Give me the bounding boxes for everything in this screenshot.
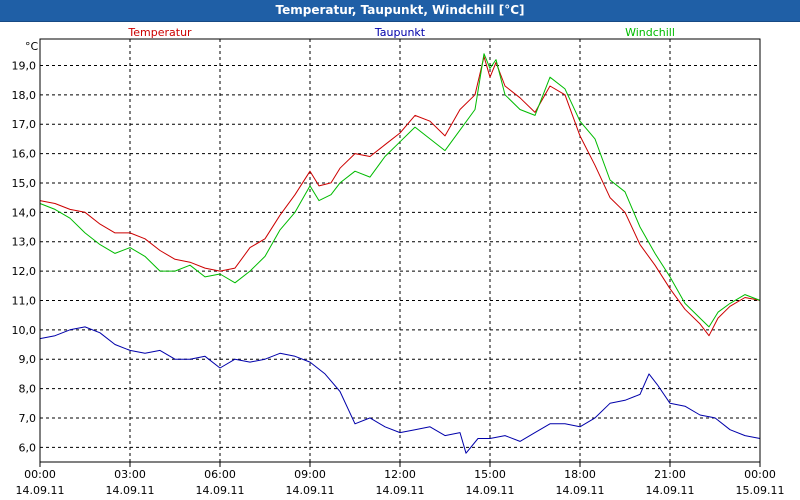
x-tick-time: 00:00 <box>744 468 776 481</box>
title-bar: Temperatur, Taupunkt, Windchill [°C] <box>0 0 800 22</box>
x-tick-time: 03:00 <box>114 468 146 481</box>
y-tick-label: 10,0 <box>12 324 37 337</box>
x-tick-date: 14.09.11 <box>376 484 425 497</box>
y-tick-label: 17,0 <box>12 118 37 131</box>
y-tick-label: 9,0 <box>19 353 37 366</box>
x-tick-date: 14.09.11 <box>646 484 695 497</box>
y-tick-label: 18,0 <box>12 89 37 102</box>
y-tick-label: 19,0 <box>12 59 37 72</box>
y-tick-label: 12,0 <box>12 265 37 278</box>
x-tick-time: 18:00 <box>564 468 596 481</box>
x-tick-date: 14.09.11 <box>286 484 335 497</box>
line-chart: 6,0 7,0 8,0 9,0 10,0 11,0 12,0 13,0 14,0 15,0 16,0… <box>12 26 785 497</box>
y-tick-label: 8,0 <box>19 383 37 396</box>
legend-windchill: Windchill <box>625 26 675 39</box>
x-tick-time: 21:00 <box>654 468 686 481</box>
y-tick-label: 16,0 <box>12 148 37 161</box>
x-tick-time: 15:00 <box>474 468 506 481</box>
x-tick-time: 12:00 <box>384 468 416 481</box>
y-tick-label: 7,0 <box>19 412 37 425</box>
x-tick-time: 06:00 <box>204 468 236 481</box>
legend-taupunkt: Taupunkt <box>374 26 426 39</box>
y-tick-label: 11,0 <box>12 294 37 307</box>
x-tick-date: 14.09.11 <box>556 484 605 497</box>
window-title: Temperatur, Taupunkt, Windchill [°C] <box>275 3 525 17</box>
grid <box>40 39 760 462</box>
y-tick-label: 14,0 <box>12 206 37 219</box>
y-tick-label: 15,0 <box>12 177 37 190</box>
x-tick-time: 09:00 <box>294 468 326 481</box>
chart-window: Temperatur, Taupunkt, Windchill [°C] 6,0… <box>0 0 800 500</box>
y-tick-label: 6,0 <box>19 441 37 454</box>
x-tick-date: 14.09.11 <box>106 484 155 497</box>
x-tick-date: 14.09.11 <box>466 484 515 497</box>
y-tick-label: 13,0 <box>12 236 37 249</box>
x-tick-date: 14.09.11 <box>196 484 245 497</box>
x-tick-time: 00:00 <box>24 468 56 481</box>
x-tick-date: 14.09.11 <box>16 484 65 497</box>
legend-temperatur: Temperatur <box>127 26 192 39</box>
x-tick-date: 15.09.11 <box>736 484 785 497</box>
y-unit-label: °C <box>25 40 39 53</box>
legend: Temperatur Taupunkt Windchill <box>127 26 675 39</box>
axis-labels: 6,0 7,0 8,0 9,0 10,0 11,0 12,0 13,0 14,0 15,0 16,0… <box>12 40 785 497</box>
